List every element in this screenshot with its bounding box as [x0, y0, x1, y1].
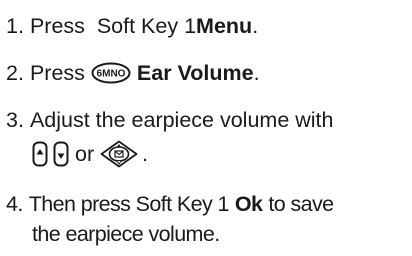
step-2-number: 2. — [6, 61, 24, 85]
step-4-text-line-2: the earpiece volume. — [32, 222, 220, 246]
step-1-text: Press Soft Key 1 — [29, 14, 197, 38]
step-4-text-continued: to save — [268, 192, 334, 216]
instruction-document: 1. Press Soft Key 1 Menu . 2. Press 6MNO… — [0, 0, 412, 256]
navigation-key-icon — [100, 140, 138, 168]
step-2-text: Press — [29, 61, 85, 85]
step-3-text: Adjust the earpiece volume with — [29, 108, 334, 132]
key-6-mno-icon: 6MNO — [91, 62, 131, 84]
step-3-number: 3. — [6, 108, 24, 132]
step-4-line-2: the earpiece volume. — [32, 220, 220, 248]
step-1-menu-label: Menu — [196, 14, 253, 38]
step-3-or: or — [75, 142, 95, 166]
step-3-line-1: 3. Adjust the earpiece volume with — [6, 106, 334, 134]
step-4-text: Then press Soft Key 1 — [28, 192, 230, 216]
step-2-period: . — [253, 61, 260, 85]
step-4-number: 4. — [6, 192, 23, 216]
step-2: 2. Press 6MNO Ear Volume . — [6, 59, 260, 87]
step-4-line-1: 4. Then press Soft Key 1 Ok to save — [6, 190, 334, 218]
step-1: 1. Press Soft Key 1 Menu . — [6, 12, 258, 40]
step-4-ok-label: Ok — [234, 192, 263, 216]
step-3-period: . — [142, 142, 149, 166]
step-1-number: 1. — [6, 14, 24, 38]
key-6-mno-label: 6MNO — [96, 69, 125, 80]
volume-up-side-key-icon — [32, 141, 48, 167]
step-3-line-2: or . — [32, 140, 148, 168]
volume-down-side-key-icon — [53, 141, 69, 167]
step-1-period: . — [252, 14, 259, 38]
step-2-ear-volume-label: Ear Volume — [136, 61, 254, 85]
